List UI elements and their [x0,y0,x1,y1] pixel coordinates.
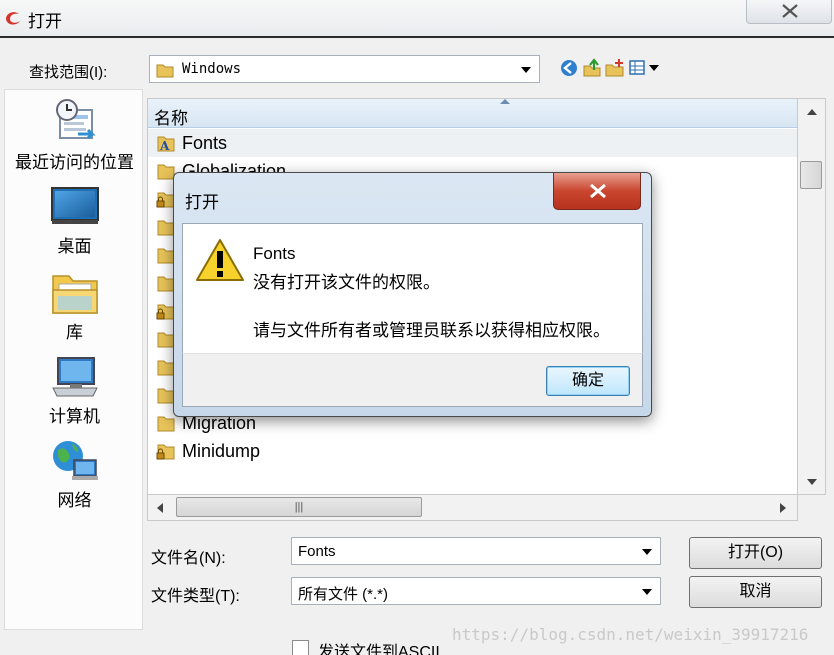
filename-label: 文件名(N): [151,550,226,567]
place-libraries[interactable]: 库 [5,268,144,343]
filetype-label: 文件类型(T): [151,588,240,605]
place-label: 桌面 [57,237,92,256]
place-network[interactable]: 网络 [5,438,144,511]
svg-text:A: A [159,139,170,153]
lookin-value: Windows [182,61,242,77]
computer-icon [51,357,98,397]
dialog-body: Fonts 没有打开该文件的权限。 请与文件所有者或管理员联系以获得相应权限。 [182,223,643,353]
chevron-down-icon[interactable] [521,67,531,73]
permission-error-dialog: 打开 Fonts 没有打开该文件的权限。 请与文件所有者或管理员联系以获得相应权… [173,172,652,417]
place-label: 最近访问的位置 [15,153,134,172]
send-ascii-checkbox[interactable] [292,640,309,655]
places-bar: 最近访问的位置 桌面 库 计算机 网络 [4,89,143,630]
locked-folder-icon [156,444,175,460]
up-folder-icon[interactable] [582,58,602,78]
libraries-icon [51,275,98,314]
dialog-close-button[interactable] [553,173,641,210]
scroll-thumb[interactable] [800,161,822,189]
folder-icon [157,416,175,432]
window-title: 打开 [28,12,62,31]
filetype-value: 所有文件 (*.*) [298,586,389,603]
ok-button[interactable]: 确定 [546,366,630,396]
column-header-label: 名称 [154,109,188,128]
recent-places-icon [55,99,96,140]
back-arrow-icon[interactable] [559,58,579,78]
sort-up-icon [500,99,510,104]
dialog-message-line2: 请与文件所有者或管理员联系以获得相应权限。 [253,321,610,340]
title-bar: 打开 [0,0,834,38]
watermark-text: https://blog.csdn.net/weixin_39917216 [452,625,809,644]
file-row[interactable]: Minidump [148,437,797,465]
vertical-scrollbar[interactable] [798,98,826,495]
cancel-button[interactable]: 取消 [689,576,822,608]
scroll-left-icon[interactable] [157,503,163,513]
place-label: 计算机 [49,407,100,426]
desktop-icon [50,187,99,224]
file-name: Fonts [182,133,228,153]
scroll-thumb[interactable]: ||| [176,497,422,517]
window-close-button[interactable] [746,0,832,24]
scroll-right-icon[interactable] [780,503,786,513]
filetype-combobox[interactable]: 所有文件 (*.*) [291,577,661,605]
lookin-label: 查找范围(I): [29,64,108,81]
views-menu-icon[interactable] [628,58,662,78]
dialog-message-line1: 没有打开该文件的权限。 [253,273,440,292]
file-name: Minidump [182,441,261,461]
new-folder-icon[interactable] [605,58,625,78]
folder-icon [156,64,174,78]
network-icon [52,441,98,480]
scroll-up-icon[interactable] [807,109,817,115]
title-divider [0,36,834,38]
dialog-footer: 确定 [182,353,643,407]
place-label: 网络 [57,491,92,510]
close-icon [590,183,606,199]
filename-value: Fonts [298,543,336,560]
file-row[interactable]: A Fonts [148,129,797,157]
lookin-combobox[interactable]: Windows [149,55,540,83]
place-computer[interactable]: 计算机 [5,354,144,427]
place-desktop[interactable]: 桌面 [5,184,144,257]
place-recent[interactable]: 最近访问的位置 [5,96,144,173]
column-header-name[interactable]: 名称 [148,99,797,128]
dialog-filename: Fonts [253,244,296,263]
open-button[interactable]: 打开(O) [689,537,822,569]
horizontal-scrollbar[interactable]: ||| [147,495,798,521]
warning-icon [196,239,244,281]
fonts-folder-icon: A [157,136,175,153]
place-label: 库 [66,323,83,342]
app-icon [6,12,20,25]
filename-combobox[interactable]: Fonts [291,537,661,565]
scroll-down-icon[interactable] [807,479,817,485]
chevron-down-icon[interactable] [642,589,652,595]
chevron-down-icon[interactable] [642,549,652,555]
send-ascii-label: 发送文件到ASCII [318,644,440,655]
dialog-title: 打开 [185,193,219,212]
close-icon [782,4,798,18]
